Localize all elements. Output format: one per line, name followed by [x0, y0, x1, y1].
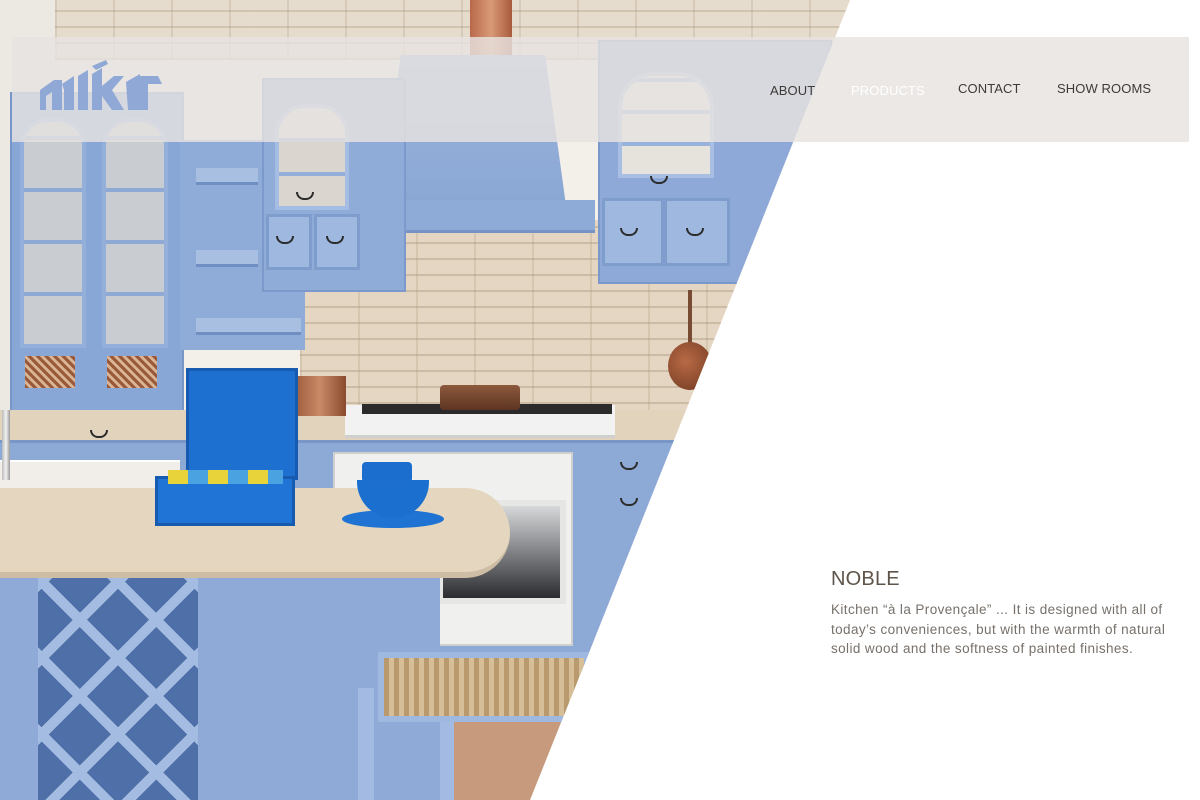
- stool-leg: [440, 720, 454, 800]
- rattan-panel: [107, 356, 157, 388]
- product-description: Kitchen “à la Provençale” ... It is desi…: [831, 602, 1166, 656]
- wine-rack: [38, 560, 198, 800]
- faucet: [2, 410, 10, 480]
- nav-contact[interactable]: CONTACT: [958, 81, 1021, 96]
- shelf: [196, 250, 258, 267]
- rattan-panel: [25, 356, 75, 388]
- product-title: NOBLE: [831, 568, 900, 590]
- cabinet-glass-door: [20, 118, 86, 348]
- hanging-pan-handle: [688, 290, 692, 348]
- tea-box-lid: [186, 368, 298, 480]
- nav-show-rooms[interactable]: SHOW ROOMS: [1057, 81, 1151, 96]
- stool-leg: [358, 688, 374, 800]
- stool-seat: [378, 652, 590, 722]
- copper-pot: [294, 376, 346, 416]
- nav-about[interactable]: ABOUT: [770, 83, 815, 98]
- hanging-copper-pan: [668, 342, 712, 390]
- main-nav: ABOUT PRODUCTS CONTACT SHOW ROOMS: [0, 80, 1200, 100]
- mug: [362, 462, 412, 486]
- tea-bags: [168, 470, 283, 484]
- nav-products[interactable]: PRODUCTS: [851, 83, 925, 98]
- cabinet-glass-door: [102, 118, 168, 348]
- shelf: [196, 318, 301, 335]
- pot: [440, 385, 520, 410]
- shelf: [196, 168, 258, 185]
